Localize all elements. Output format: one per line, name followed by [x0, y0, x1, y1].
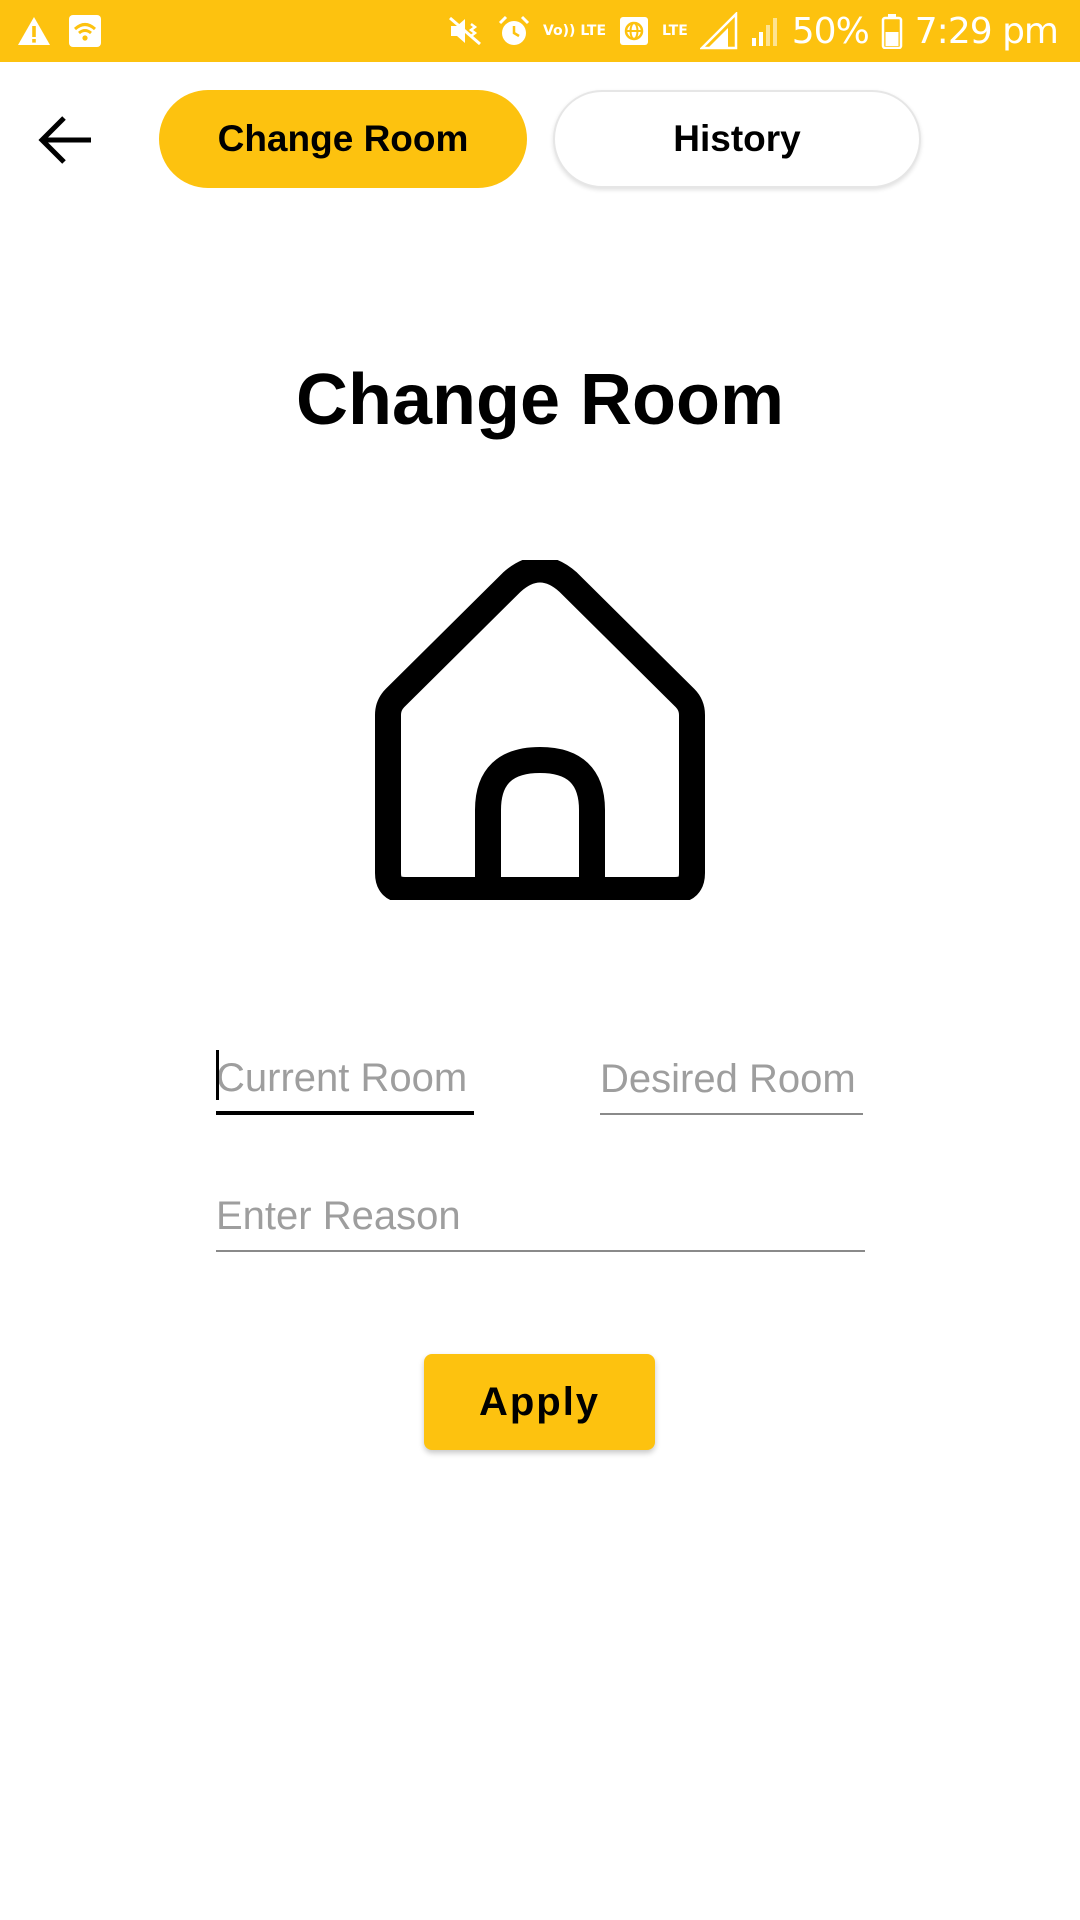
status-time: 7:29 pm	[914, 10, 1059, 52]
page-title: Change Room	[295, 360, 784, 440]
reason-input[interactable]	[216, 1182, 865, 1252]
status-bar-left	[16, 11, 102, 51]
battery-icon	[881, 13, 903, 49]
tab-change-room[interactable]: Change Room	[159, 90, 527, 188]
data-saver-icon	[618, 15, 650, 47]
text-cursor	[216, 1050, 219, 1100]
house-icon	[370, 556, 710, 903]
volte-icon: Vo)) LTE	[542, 23, 607, 39]
back-button[interactable]	[30, 105, 100, 175]
current-room-input[interactable]	[216, 1045, 474, 1115]
tab-history[interactable]: History	[553, 90, 921, 188]
alarm-icon	[497, 14, 531, 48]
apply-button-label: Apply	[478, 1379, 601, 1424]
warning-icon	[16, 15, 52, 47]
status-bar-right: Vo)) LTE LTE 50% 7:29 pm	[447, 0, 1059, 62]
desired-room-input[interactable]	[600, 1045, 863, 1115]
apply-button[interactable]: Apply	[424, 1354, 655, 1450]
lte-signal-icon: LTE	[662, 23, 688, 39]
tab-history-label: History	[673, 118, 801, 159]
signal-icon	[699, 12, 738, 50]
signal-secondary-icon	[750, 14, 780, 48]
tab-change-room-label: Change Room	[217, 118, 469, 159]
arrow-left-icon	[38, 116, 91, 164]
mute-icon	[447, 14, 485, 48]
status-bar: Vo)) LTE LTE 50% 7:29 pm	[0, 0, 1080, 62]
battery-percent: 50%	[791, 10, 870, 52]
wifi-icon	[68, 14, 102, 48]
